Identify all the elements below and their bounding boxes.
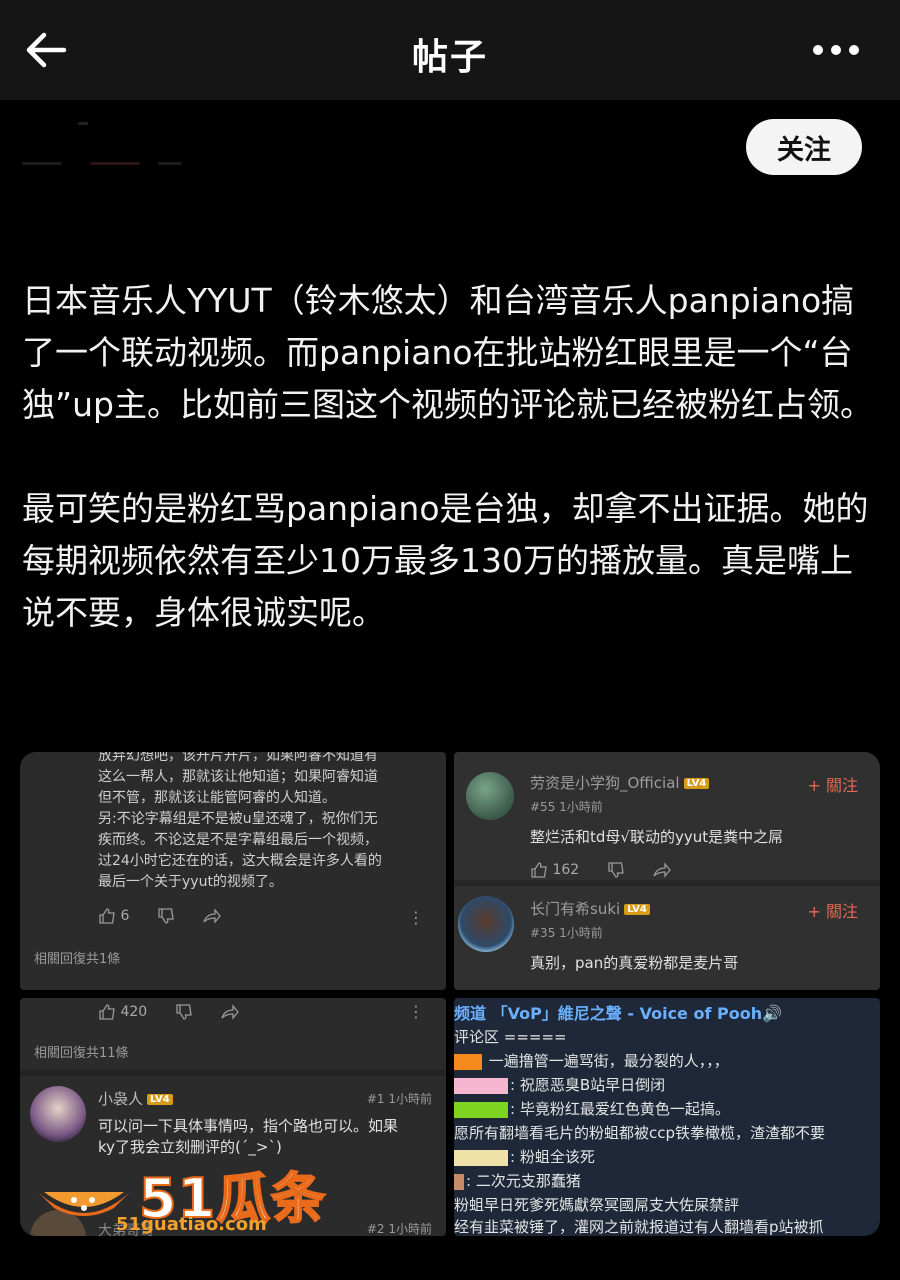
color-swatch	[454, 1053, 482, 1070]
follow-button[interactable]: 关注	[746, 119, 862, 175]
post-paragraph: 最可笑的是粉红骂panpiano是台独，却拿不出证据。她的每期视频依然有至少10…	[22, 489, 869, 632]
thumb-up-icon	[98, 1004, 116, 1020]
thumb-down-icon	[175, 1004, 193, 1020]
follow-user-button: + 關注	[807, 902, 859, 921]
thumb-up-icon	[98, 908, 116, 924]
list-item: : 粉蛆全该死	[454, 1146, 595, 1167]
comment-username: 小袅人 LV4	[98, 1088, 173, 1109]
top-bar: 帖子	[0, 0, 900, 100]
list-item: : 二次元支那蠢猪	[454, 1170, 581, 1191]
comment-actions: 162	[530, 862, 672, 878]
author-info-redacted	[18, 118, 188, 168]
more-vertical-icon: ⋮	[408, 1002, 424, 1021]
avatar	[466, 772, 514, 820]
avatar	[30, 1086, 86, 1142]
reply-count: 相關回復共11條	[34, 1046, 129, 1061]
comment-text: 整烂活和td母√联动的yyut是粪中之屌	[530, 828, 784, 846]
share-icon	[221, 1004, 240, 1020]
divider	[454, 880, 880, 886]
color-swatch	[454, 1101, 508, 1118]
list-item: 粉蛆早日死爹死媽獻祭冥國屌支大佐屎禁評	[454, 1196, 740, 1214]
thumb-down-icon	[157, 908, 175, 924]
comment-text: 放弃幻想吧，该开片开片，如果阿睿不知道有 这么一帮人，那就该让他知道；如果阿睿知…	[98, 752, 382, 890]
color-swatch	[454, 1149, 508, 1166]
share-icon	[203, 908, 222, 924]
section-label: 评论区 =====	[454, 1028, 567, 1046]
more-vertical-icon: ⋮	[408, 908, 424, 927]
comment-text: 真别，pan的真爱粉都是麦片哥	[530, 954, 739, 972]
thumb-down-icon	[607, 862, 625, 878]
list-item: 一遍撸管一遍骂街，最分裂的人，，，	[454, 1050, 729, 1071]
avatar	[458, 896, 514, 952]
channel-title: 频道 「VoP」維尼之聲 - Voice of Pooh🔊	[454, 1004, 783, 1023]
thumb-up-icon	[530, 862, 548, 878]
comment-meta: #35 1小時前	[530, 926, 603, 940]
post-paragraph: 日本音乐人YYUT（铃木悠太）和台湾音乐人panpiano搞了一个联动视频。而p…	[22, 281, 873, 424]
attached-image-4[interactable]: 频道 「VoP」維尼之聲 - Voice of Pooh🔊 评论区 ===== …	[454, 998, 880, 1236]
more-horizontal-icon[interactable]	[812, 40, 860, 60]
comment-actions: 420	[98, 1004, 240, 1020]
color-swatch	[454, 1173, 464, 1190]
color-swatch	[454, 1077, 508, 1094]
comment-meta: #2 1小時前	[366, 1222, 432, 1236]
attached-image-1[interactable]: 放弃幻想吧，该开片开片，如果阿睿不知道有 这么一帮人，那就该让他知道；如果阿睿知…	[20, 752, 446, 990]
list-item: : 毕竟粉红最爱红色黄色一起搞。	[454, 1098, 730, 1119]
watermark-logo: 51瓜条 51guatiao.com	[34, 1160, 334, 1244]
attached-image-2[interactable]: 劳资是小学狗_Official LV4 + 關注 #55 1小時前 整烂活和td母…	[454, 752, 880, 990]
list-item: 愿所有翻墙看毛片的粉蛆都被ccp铁拳橄榄，渣渣都不要	[454, 1124, 826, 1142]
comment-meta: #55 1小時前	[530, 800, 603, 814]
comment-actions: 6	[98, 908, 222, 924]
page-title: 帖子	[411, 37, 488, 78]
share-icon	[653, 862, 672, 878]
post-body: 日本音乐人YYUT（铃木悠太）和台湾音乐人panpiano搞了一个联动视频。而p…	[22, 275, 882, 691]
list-item: : 祝愿恶臭B站早日倒闭	[454, 1074, 665, 1095]
comment-username: 劳资是小学狗_Official LV4	[530, 772, 710, 793]
reply-count: 相關回復共1條	[34, 952, 121, 967]
list-item: 经有韭菜被锤了，灌网之前就报道过有人翻墙看p站被抓	[454, 1218, 824, 1236]
divider	[20, 1070, 446, 1076]
follow-user-button: + 關注	[807, 776, 859, 795]
watermark-url: 51guatiao.com	[116, 1214, 267, 1235]
comment-username: 长门有希suki LV4	[530, 898, 650, 919]
comment-meta: #1 1小時前	[366, 1092, 432, 1106]
comment-text: 可以问一下具体事情吗，指个路也可以。如果 ky了我会立刻删评的(´_>`)	[98, 1117, 399, 1156]
